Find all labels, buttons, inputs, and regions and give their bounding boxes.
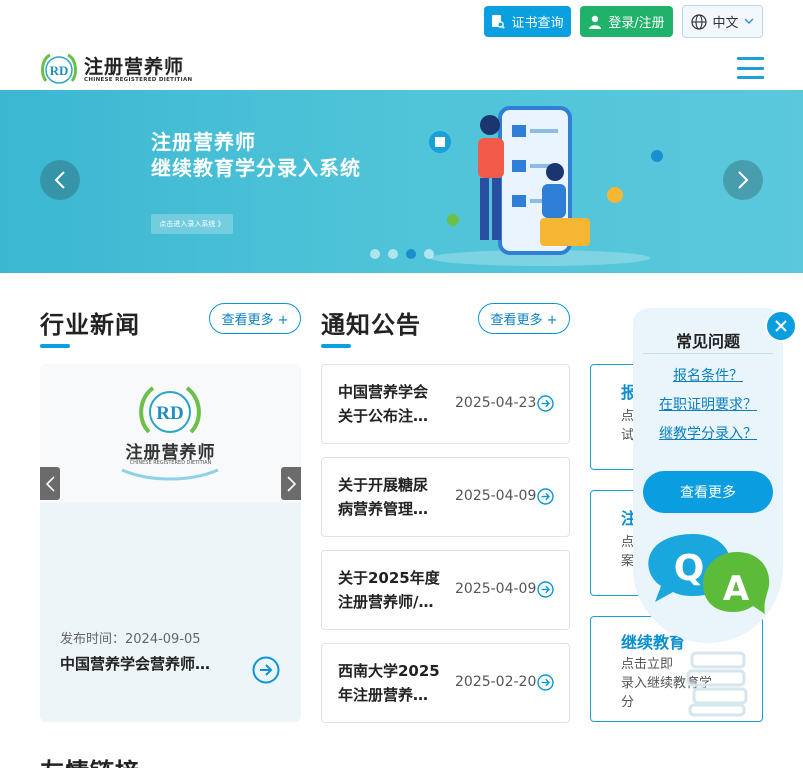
faq-close-button[interactable] [765,310,797,342]
qa-bubbles-icon: Q A [648,534,770,614]
certificate-query-label: 证书查询 [511,16,564,31]
faq-question-link[interactable]: 继教学分录入？ [633,423,783,443]
notice-date: 2025-04-09 [455,581,537,597]
news-card[interactable]: RD 注册营养师 CHINESE REGISTERED DIETITIAN 发布… [40,364,301,722]
svg-text:Q: Q [674,548,705,589]
logo-mark-text: RD [50,63,69,78]
news-headline[interactable]: 中国营养学会营养师… [60,653,230,674]
notice-date: 2025-04-09 [455,488,537,504]
site-logo[interactable]: RD 注册营养师 CHINESE REGISTERED DIETITIAN [40,51,192,89]
login-register-button[interactable]: 登录/注册 [580,6,673,37]
hero-banner[interactable]: 注册营养师 继续教育学分录入系统 点击进入录入系统 》 [0,90,803,273]
notice-item[interactable]: 西南大学2025 年注册营养… 2025-02-20 [321,643,570,723]
faq-more-button[interactable]: 查看更多 [643,471,773,513]
certificate-query-button[interactable]: 证书查询 [484,6,571,37]
news-more-button[interactable]: 查看更多 + [209,303,301,334]
chevron-left-icon [45,475,55,492]
chevron-right-icon [738,171,749,189]
notice-title-line2: 年注册营养… [338,686,429,704]
language-label: 中文 [712,16,739,31]
faq-panel: 常见问题 报名条件？ 在职证明要求？ 继教学分录入？ 查看更多 Q A [633,308,783,643]
news-logo-mark: RD [156,403,183,424]
books-icon [686,651,748,717]
login-register-label: 登录/注册 [608,16,665,31]
notice-item[interactable]: 关于开展糖尿 病营养管理… 2025-04-09 [321,457,570,537]
arrow-right-circle-icon[interactable] [537,581,554,598]
notice-title-line1: 关于开展糖尿 [338,476,429,494]
notice-date: 2025-04-23 [455,395,537,411]
news-section-title: 行业新闻 [40,305,140,348]
chevron-left-icon [54,171,65,189]
notice-item[interactable]: 中国营养学会 关于公布注… 2025-04-23 [321,364,570,444]
banner-title-line1: 注册营养师 [151,130,256,154]
news-image: RD 注册营养师 CHINESE REGISTERED DIETITIAN [40,364,301,502]
banner-next-button[interactable] [723,160,763,200]
globe-icon [691,13,708,30]
logo-subtitle: CHINESE REGISTERED DIETITIAN [84,77,193,83]
news-date: 发布时间：2024-09-05 [60,632,201,647]
chevron-down-icon [744,18,753,24]
rd-logo-icon: RD [41,53,77,84]
notice-title-line2: 病营养管理… [338,500,429,518]
notice-title-line1: 中国营养学会 [338,383,429,401]
friend-links-title: 友情链接 [40,752,140,768]
notice-title-line1: 西南大学2025 [338,662,440,680]
close-icon [775,320,787,332]
banner-enter-button[interactable]: 点击进入录入系统 》 [151,214,233,234]
news-logo-swoosh [121,468,219,481]
notice-title-line2: 关于公布注… [338,407,429,425]
banner-prev-button[interactable] [40,160,80,200]
notice-date: 2025-02-20 [455,674,537,690]
logo-title: 注册营养师 [84,56,185,78]
svg-text:A: A [723,569,750,609]
faq-title: 常见问题 [675,332,740,351]
arrow-right-circle-icon[interactable] [537,488,554,505]
banner-dot[interactable] [370,249,380,259]
banner-dot[interactable] [388,249,398,259]
site-header: RD 注册营养师 CHINESE REGISTERED DIETITIAN [0,44,803,90]
document-search-icon [492,15,506,29]
banner-dot[interactable] [424,249,434,259]
notice-title-line1: 关于2025年度 [338,569,440,587]
banner-title-line2: 继续教育学分录入系统 [151,156,361,180]
notice-section-title: 通知公告 [321,305,421,348]
banner-illustration [429,106,663,266]
notice-item[interactable]: 关于2025年度 注册营养师/… 2025-04-09 [321,550,570,630]
faq-question-link[interactable]: 在职证明要求？ [633,394,783,414]
banner-pagination [370,249,434,259]
arrow-right-circle-icon[interactable] [537,674,554,691]
top-bar: 证书查询 登录/注册 中文 [0,0,803,44]
user-icon [589,15,602,29]
arrow-right-circle-icon[interactable] [252,656,280,684]
rd-logo-icon: RD [139,386,201,434]
banner-dot-active[interactable] [406,249,416,259]
news-prev-button[interactable] [40,467,60,500]
hamburger-menu-icon[interactable] [737,57,764,79]
faq-divider [643,353,773,354]
notice-more-button[interactable]: 查看更多 + [478,303,570,334]
faq-question-link[interactable]: 报名条件？ [633,365,783,385]
news-next-button[interactable] [281,467,301,500]
language-selector[interactable]: 中文 [682,5,763,38]
notice-title-line2: 注册营养师/… [338,593,434,611]
chevron-right-icon [286,475,296,492]
arrow-right-circle-icon[interactable] [537,395,554,412]
